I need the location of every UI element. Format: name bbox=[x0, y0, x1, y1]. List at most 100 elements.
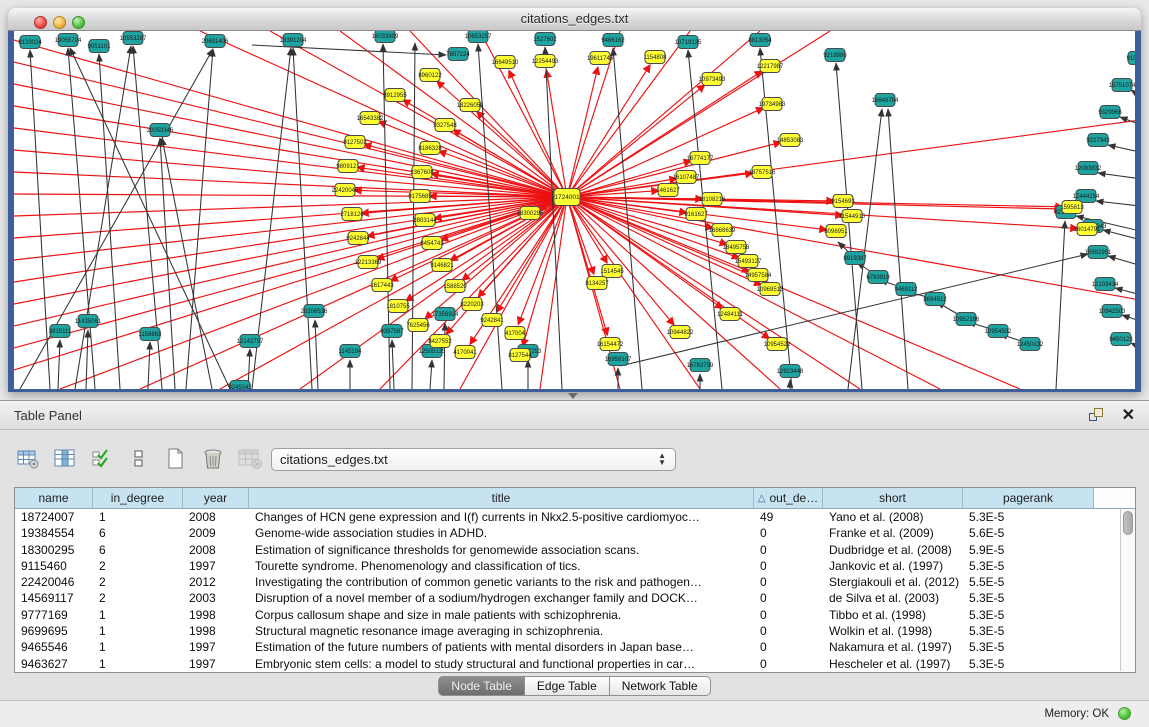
table-cell-title[interactable]: Embryonic stem cells: a model to study s… bbox=[249, 656, 754, 672]
network-node[interactable]: 7857224 bbox=[446, 48, 470, 61]
network-node[interactable]: 10653257 bbox=[465, 31, 492, 43]
network-view-canvas[interactable]: 8133024190557249051101105532872069140618… bbox=[14, 31, 1135, 389]
column-header-name[interactable]: name bbox=[15, 488, 93, 509]
network-node[interactable]: 8960122 bbox=[418, 69, 442, 82]
network-node[interactable]: 16033809 bbox=[372, 31, 399, 43]
network-node[interactable]: 18108216 bbox=[699, 193, 726, 206]
network-node[interactable]: 11544910 bbox=[839, 210, 866, 223]
table-cell-name[interactable]: 9699695 bbox=[15, 623, 93, 639]
tab-edge-table[interactable]: Edge Table bbox=[525, 676, 610, 696]
network-node[interactable]: 9175685 bbox=[408, 190, 432, 203]
split-handle-icon[interactable] bbox=[568, 393, 578, 399]
network-node[interactable]: 1514545 bbox=[600, 265, 624, 278]
select-rows-icon[interactable] bbox=[88, 446, 115, 472]
table-cell-title[interactable]: Corpus callosum shape and size in male p… bbox=[249, 607, 754, 623]
table-cell-year[interactable]: 2003 bbox=[183, 590, 249, 606]
network-node[interactable]: 9218986 bbox=[823, 49, 847, 62]
network-node[interactable]: 12923448 bbox=[777, 365, 804, 378]
table-cell-out_de[interactable]: 0 bbox=[754, 542, 823, 558]
network-node[interactable]: 18300295 bbox=[517, 207, 544, 220]
table-cell-year[interactable]: 1997 bbox=[183, 639, 249, 655]
network-node[interactable]: 9157112 bbox=[1127, 52, 1135, 65]
network-node[interactable]: 9242841 bbox=[480, 314, 504, 327]
network-node[interactable]: 8133024 bbox=[18, 36, 42, 49]
network-node[interactable]: 9051101 bbox=[88, 40, 112, 53]
table-cell-year[interactable]: 2012 bbox=[183, 574, 249, 590]
table-row[interactable]: 1872400712008Changes of HCN gene express… bbox=[15, 509, 1135, 525]
table-cell-name[interactable]: 18300295 bbox=[15, 542, 93, 558]
network-node[interactable]: 2718126 bbox=[340, 208, 364, 221]
float-window-icon[interactable] bbox=[1089, 408, 1105, 423]
network-node[interactable]: 10942503 bbox=[1099, 305, 1126, 318]
network-node[interactable]: 8912955 bbox=[383, 89, 407, 102]
scrollbar-thumb[interactable] bbox=[1123, 511, 1133, 535]
network-node[interactable]: 12213369 bbox=[355, 256, 382, 269]
table-cell-in_degree[interactable]: 2 bbox=[93, 574, 183, 590]
table-cell-pagerank[interactable]: 5.5E-5 bbox=[963, 574, 1094, 590]
column-header-in_degree[interactable]: in_degree bbox=[93, 488, 183, 509]
table-cell-year[interactable]: 1998 bbox=[183, 623, 249, 639]
network-node[interactable]: 9161627 bbox=[684, 208, 708, 221]
table-row[interactable]: 946362711997Embryonic stem cells: a mode… bbox=[15, 656, 1135, 672]
table-cell-short[interactable]: Nakamura et al. (1997) bbox=[823, 639, 963, 655]
network-node[interactable]: 8096951 bbox=[824, 225, 848, 238]
network-node[interactable]: 16649510 bbox=[492, 56, 519, 69]
network-node[interactable]: 16774177 bbox=[687, 152, 714, 165]
delete-table-icon[interactable] bbox=[199, 446, 226, 472]
network-node[interactable]: 12254493 bbox=[532, 55, 559, 68]
network-node[interactable]: 6793919 bbox=[866, 271, 890, 284]
table-cell-year[interactable]: 1998 bbox=[183, 607, 249, 623]
table-cell-title[interactable]: Investigating the contribution of common… bbox=[249, 574, 754, 590]
network-node[interactable]: 16782759 bbox=[687, 359, 714, 372]
network-node[interactable]: 1461627 bbox=[656, 184, 680, 197]
network-node[interactable]: 10954502 bbox=[985, 325, 1012, 338]
table-cell-pagerank[interactable]: 5.3E-5 bbox=[963, 623, 1094, 639]
network-node[interactable]: 8220203 bbox=[460, 298, 484, 311]
table-cell-out_de[interactable]: 0 bbox=[754, 623, 823, 639]
table-cell-short[interactable]: Yano et al. (2008) bbox=[823, 509, 963, 525]
tab-node-table[interactable]: Node Table bbox=[438, 676, 525, 696]
table-cell-title[interactable]: Estimation of significance thresholds fo… bbox=[249, 542, 754, 558]
network-node[interactable]: 1588520 bbox=[443, 280, 467, 293]
network-node[interactable]: 4170041 bbox=[453, 346, 477, 359]
network-node[interactable]: 16543382 bbox=[357, 112, 384, 125]
network-node[interactable]: 15692951 bbox=[1085, 246, 1112, 259]
network-node[interactable]: 1527602 bbox=[533, 33, 557, 46]
network-node[interactable]: 9397587 bbox=[380, 325, 404, 338]
table-cell-name[interactable]: 9115460 bbox=[15, 558, 93, 574]
network-node[interactable]: 12484111 bbox=[717, 308, 743, 321]
network-node[interactable]: 1724001 bbox=[554, 189, 580, 206]
network-node[interactable]: 12450132 bbox=[1017, 338, 1044, 351]
table-cell-name[interactable]: 19384554 bbox=[15, 525, 93, 541]
network-node[interactable]: 9245042 bbox=[228, 381, 252, 390]
table-row[interactable]: 1830029562008Estimation of significance … bbox=[15, 542, 1135, 558]
network-node[interactable]: 9809121 bbox=[336, 160, 360, 173]
table-cell-in_degree[interactable]: 1 bbox=[93, 639, 183, 655]
network-node[interactable]: 9450123 bbox=[1109, 333, 1133, 346]
network-node[interactable]: 19734983 bbox=[759, 98, 786, 111]
network-node[interactable]: 15493127 bbox=[735, 255, 762, 268]
table-cell-short[interactable]: Tibbo et al. (1998) bbox=[823, 607, 963, 623]
network-node[interactable]: 16868639 bbox=[709, 224, 736, 237]
network-node[interactable]: 3915111 bbox=[49, 325, 72, 338]
table-cell-pagerank[interactable]: 5.3E-5 bbox=[963, 558, 1094, 574]
network-node[interactable]: 9329966 bbox=[1098, 106, 1122, 119]
table-cell-out_de[interactable]: 0 bbox=[754, 558, 823, 574]
network-node[interactable]: 2367608 bbox=[410, 166, 434, 179]
table-row[interactable]: 911546021997Tourette syndrome. Phenomeno… bbox=[15, 558, 1135, 574]
network-node[interactable]: 19611745 bbox=[587, 52, 614, 65]
table-cell-out_de[interactable]: 0 bbox=[754, 574, 823, 590]
network-node[interactable]: 8694512 bbox=[923, 293, 947, 306]
table-cell-out_de[interactable]: 0 bbox=[754, 607, 823, 623]
network-node[interactable]: 18391204 bbox=[280, 34, 307, 47]
table-cell-in_degree[interactable]: 1 bbox=[93, 656, 183, 672]
table-cell-year[interactable]: 1997 bbox=[183, 558, 249, 574]
network-node[interactable]: 16958107 bbox=[605, 353, 632, 366]
network-node[interactable]: 18757516 bbox=[749, 166, 776, 179]
table-cell-year[interactable]: 2008 bbox=[183, 509, 249, 525]
network-node[interactable]: 10969513 bbox=[757, 283, 784, 296]
network-node[interactable]: 18226058 bbox=[457, 99, 484, 112]
network-node[interactable]: 9466162 bbox=[601, 34, 625, 47]
column-header-title[interactable]: title bbox=[249, 488, 754, 509]
column-header-year[interactable]: year bbox=[183, 488, 249, 509]
